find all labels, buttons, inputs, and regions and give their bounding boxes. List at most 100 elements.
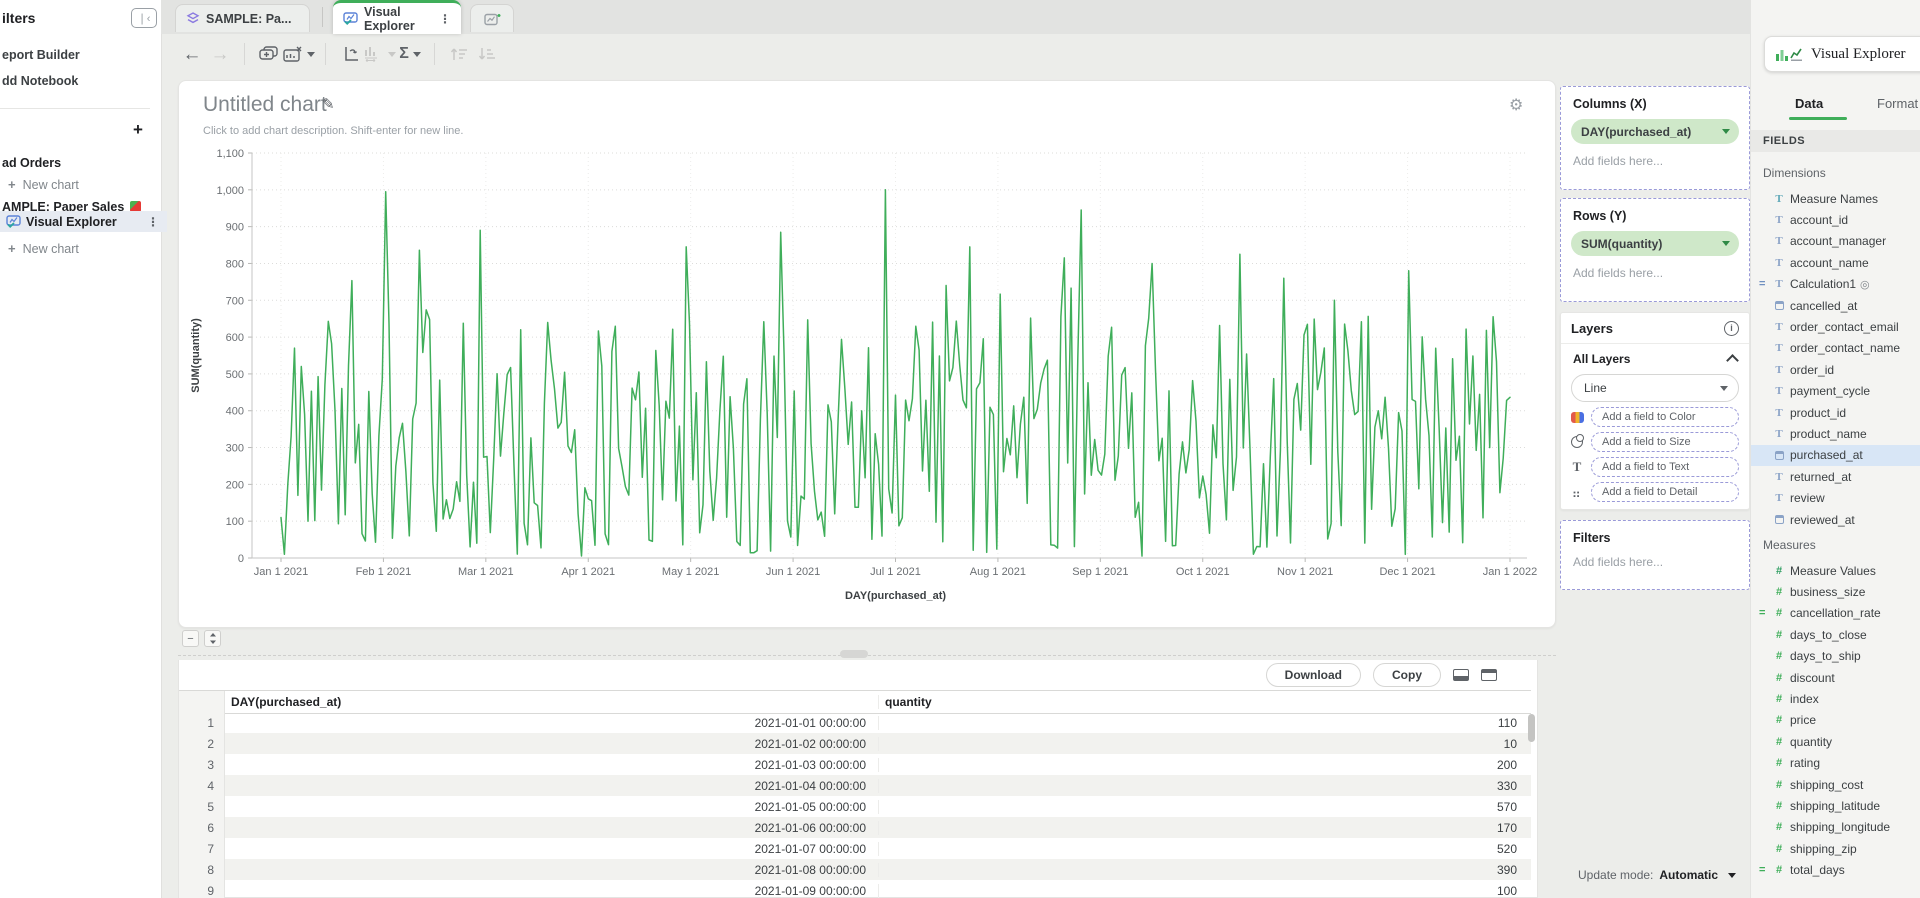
- field-index[interactable]: #index: [1751, 688, 1920, 709]
- new-tab-button[interactable]: [470, 4, 514, 32]
- rows-add-fields-placeholder[interactable]: Add fields here...: [1573, 266, 1749, 280]
- copy-button[interactable]: Copy: [1373, 663, 1441, 687]
- field-shipping-cost[interactable]: #shipping_cost: [1751, 774, 1920, 795]
- sort-ascending-button[interactable]: [445, 40, 473, 68]
- panel-resize-grip[interactable]: [840, 650, 868, 658]
- cell-day-purchased-at[interactable]: 2021-01-03 00:00:00: [225, 758, 879, 772]
- remove-chart-button[interactable]: [283, 40, 315, 68]
- edit-title-pencil-icon[interactable]: ✎: [322, 95, 335, 113]
- sidebar-item-report-builder[interactable]: eport Builder: [2, 48, 80, 62]
- tab-format[interactable]: Format: [1877, 96, 1918, 111]
- line-chart[interactable]: 01002003004005006007008009001,0001,100Ja…: [179, 141, 1557, 621]
- field-returned-at[interactable]: Treturned_at: [1751, 466, 1920, 487]
- pill-caret-icon[interactable]: [1722, 241, 1730, 246]
- scrollbar-thumb[interactable]: [1528, 714, 1535, 742]
- field-quantity[interactable]: #quantity: [1751, 731, 1920, 752]
- columns-shelf[interactable]: Columns (X) DAY(purchased_at) Add fields…: [1560, 86, 1750, 190]
- undo-back-button[interactable]: ←: [178, 40, 206, 68]
- sidebar-item-ad-orders[interactable]: ad Orders: [0, 152, 163, 173]
- field-rating[interactable]: #rating: [1751, 753, 1920, 774]
- sidebar-item-add-notebook[interactable]: dd Notebook: [2, 74, 78, 88]
- tab-menu-icon[interactable]: ⋮: [439, 12, 451, 26]
- add-field-slot[interactable]: Add a field to Size: [1591, 432, 1739, 452]
- field-calculation1[interactable]: =TCalculation1◎: [1751, 274, 1920, 295]
- field-shipping-longitude[interactable]: #shipping_longitude: [1751, 817, 1920, 838]
- field-measure-values[interactable]: #Measure Values: [1751, 560, 1920, 581]
- rows-field-pill[interactable]: SUM(quantity): [1571, 231, 1739, 256]
- column-header-day-purchased-at[interactable]: DAY(purchased_at): [225, 695, 879, 709]
- field-product-name[interactable]: Tproduct_name: [1751, 423, 1920, 444]
- chevron-up-icon[interactable]: [1726, 354, 1739, 367]
- field-days-to-ship[interactable]: #days_to_ship: [1751, 646, 1920, 667]
- cell-quantity[interactable]: 110: [879, 716, 1531, 730]
- expand-table-icon[interactable]: [1481, 669, 1497, 681]
- field-discount[interactable]: #discount: [1751, 667, 1920, 688]
- field-price[interactable]: #price: [1751, 710, 1920, 731]
- sidebar-item-new-chart[interactable]: +New chart: [0, 238, 169, 259]
- field-payment-cycle[interactable]: Tpayment_cycle: [1751, 381, 1920, 402]
- layer-slot-size[interactable]: Add a field to Size: [1569, 432, 1739, 452]
- field-total-days[interactable]: =#total_days: [1751, 860, 1920, 881]
- add-field-slot[interactable]: Add a field to Color: [1591, 407, 1739, 427]
- sidebar-item-visual-explorer[interactable]: Visual Explorer⋮: [0, 211, 167, 232]
- filters-add-fields-placeholder[interactable]: Add fields here...: [1573, 555, 1749, 569]
- field-account-name[interactable]: Taccount_name: [1751, 252, 1920, 273]
- cell-day-purchased-at[interactable]: 2021-01-01 00:00:00: [225, 716, 879, 730]
- chart-description-placeholder[interactable]: Click to add chart description. Shift-en…: [203, 125, 463, 137]
- tab-data[interactable]: Data: [1795, 96, 1823, 111]
- rows-shelf[interactable]: Rows (Y) SUM(quantity) Add fields here..…: [1560, 198, 1750, 302]
- cell-day-purchased-at[interactable]: 2021-01-05 00:00:00: [225, 800, 879, 814]
- column-header-quantity[interactable]: quantity: [879, 695, 1531, 709]
- cell-quantity[interactable]: 390: [879, 863, 1531, 877]
- columns-add-fields-placeholder[interactable]: Add fields here...: [1573, 154, 1749, 168]
- update-mode-control[interactable]: Update mode: Automatic: [1578, 868, 1736, 882]
- cell-day-purchased-at[interactable]: 2021-01-08 00:00:00: [225, 863, 879, 877]
- field-purchased-at[interactable]: purchased_at: [1751, 445, 1920, 466]
- item-menu-icon[interactable]: ⋮: [147, 215, 159, 229]
- chart-title[interactable]: Untitled chart: [203, 93, 327, 117]
- layer-slot-text[interactable]: TAdd a field to Text: [1569, 457, 1739, 477]
- cell-quantity[interactable]: 100: [879, 884, 1531, 898]
- aggregate-button[interactable]: Σ: [396, 40, 424, 68]
- redo-forward-button[interactable]: →: [206, 40, 234, 68]
- cell-quantity[interactable]: 570: [879, 800, 1531, 814]
- swap-axes-button[interactable]: [336, 40, 364, 68]
- field-review[interactable]: Treview: [1751, 488, 1920, 509]
- cell-quantity[interactable]: 200: [879, 758, 1531, 772]
- field-business-size[interactable]: #business_size: [1751, 581, 1920, 602]
- add-field-slot[interactable]: Add a field to Detail: [1591, 482, 1739, 502]
- duplicate-chart-button[interactable]: [255, 40, 283, 68]
- cell-day-purchased-at[interactable]: 2021-01-06 00:00:00: [225, 821, 879, 835]
- cell-quantity[interactable]: 330: [879, 779, 1531, 793]
- cell-quantity[interactable]: 10: [879, 737, 1531, 751]
- cell-day-purchased-at[interactable]: 2021-01-09 00:00:00: [225, 884, 879, 898]
- tab-sample-paper-sales[interactable]: SAMPLE: Pa...: [175, 4, 310, 32]
- field-cancellation-rate[interactable]: =#cancellation_rate: [1751, 603, 1920, 624]
- add-field-slot[interactable]: Add a field to Text: [1591, 457, 1739, 477]
- sidebar-add-button[interactable]: +: [133, 120, 143, 140]
- field-order-contact-email[interactable]: Torder_contact_email: [1751, 316, 1920, 337]
- cell-quantity[interactable]: 170: [879, 821, 1531, 835]
- chart-settings-gear-icon[interactable]: ⚙: [1509, 95, 1523, 115]
- field-product-id[interactable]: Tproduct_id: [1751, 402, 1920, 423]
- columns-field-pill[interactable]: DAY(purchased_at): [1571, 119, 1739, 144]
- field-cancelled-at[interactable]: cancelled_at: [1751, 295, 1920, 316]
- field-shipping-latitude[interactable]: #shipping_latitude: [1751, 795, 1920, 816]
- cell-quantity[interactable]: 520: [879, 842, 1531, 856]
- sidebar-collapse-icon[interactable]: ❘‹: [131, 8, 157, 28]
- zoom-out-button[interactable]: −: [182, 630, 199, 647]
- field-order-id[interactable]: Torder_id: [1751, 359, 1920, 380]
- filters-shelf[interactable]: Filters Add fields here...: [1560, 520, 1750, 590]
- histogram-button[interactable]: [364, 40, 396, 68]
- field-measure-names[interactable]: TMeasure Names: [1751, 188, 1920, 209]
- mark-type-select[interactable]: Line: [1571, 374, 1739, 402]
- field-days-to-close[interactable]: #days_to_close: [1751, 624, 1920, 645]
- field-account-manager[interactable]: Taccount_manager: [1751, 231, 1920, 252]
- cell-day-purchased-at[interactable]: 2021-01-04 00:00:00: [225, 779, 879, 793]
- field-shipping-zip[interactable]: #shipping_zip: [1751, 838, 1920, 859]
- field-reviewed-at[interactable]: reviewed_at: [1751, 509, 1920, 530]
- download-button[interactable]: Download: [1266, 663, 1361, 687]
- layer-slot-detail[interactable]: Add a field to Detail: [1569, 482, 1739, 502]
- field-account-id[interactable]: Taccount_id: [1751, 209, 1920, 230]
- sort-descending-button[interactable]: [473, 40, 501, 68]
